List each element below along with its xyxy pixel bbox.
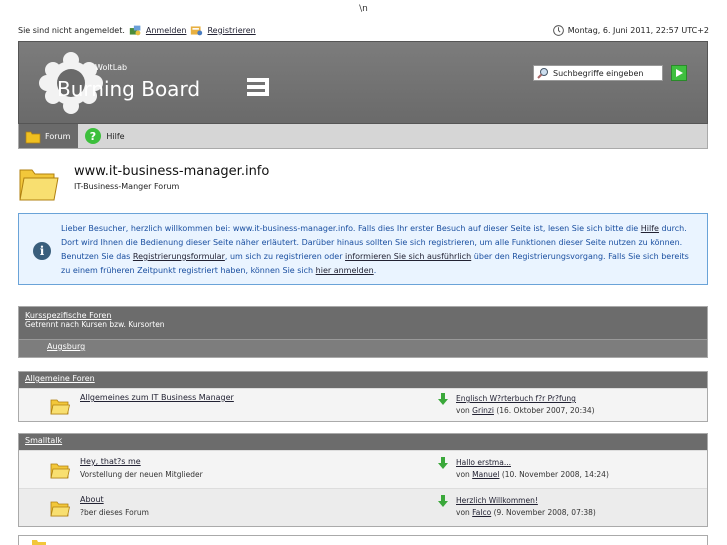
last-post-user-link[interactable]: Grinzi (472, 406, 494, 415)
last-post-by: von (456, 406, 473, 415)
welcome-text-part: . (373, 266, 377, 275)
last-post-user-link[interactable]: Manuel (472, 470, 499, 479)
category-header: Smalltalk (19, 434, 707, 450)
page-subtitle: IT-Business-Manger Forum (74, 182, 180, 191)
svg-text:Burning Board: Burning Board (57, 77, 200, 101)
svg-text:WoltLab: WoltLab (95, 63, 127, 72)
datetime: Montag, 6. Juni 2011, 22:57 UTC+2 (567, 25, 709, 35)
clock-icon (552, 24, 564, 36)
last-post-meta: von Falco (9. November 2008, 07:38) (456, 508, 596, 517)
stray-text: \n (359, 4, 368, 14)
search-input[interactable]: Suchbegriffe eingeben (533, 65, 663, 81)
board-row: Allgemeines zum IT Business Manager Engl… (19, 388, 707, 421)
page-header: www.it-business-manager.info IT-Business… (18, 160, 618, 204)
registration-form-link[interactable]: Registrierungsformular (133, 252, 225, 261)
search-icon (537, 68, 548, 79)
site-header: WoltLab Burning Board Suchbegriffe einge… (18, 41, 708, 124)
welcome-text-part: , um sich zu registrieren oder (224, 252, 346, 261)
register-icon (191, 25, 203, 35)
board-description: ?ber dieses Forum (80, 508, 149, 517)
category-allgemein: Allgemeine Foren Allgemeines zum IT Busi… (18, 371, 708, 422)
last-post-date: (16. Oktober 2007, 20:34) (493, 406, 595, 415)
burning-board-logo[interactable]: WoltLab Burning Board (33, 48, 293, 118)
login-status: Sie sind nicht angemeldet. (18, 25, 125, 35)
last-post-meta: von Manuel (10. November 2008, 14:24) (456, 470, 609, 479)
register-link[interactable]: Registrieren (207, 26, 255, 35)
info-icon: i (33, 242, 51, 260)
tab-forum[interactable]: Forum (19, 124, 79, 148)
board-row: About ?ber dieses Forum Herzlich Willkom… (19, 488, 707, 526)
login-here-link[interactable]: hier anmelden (316, 266, 374, 275)
category-header: Allgemeine Foren (19, 372, 707, 388)
last-post-link[interactable]: Hallo erstma... (456, 458, 511, 467)
last-post-date: (10. November 2008, 14:24) (499, 470, 609, 479)
folder-icon (32, 540, 46, 545)
category-title-link[interactable]: Allgemeine Foren (25, 374, 95, 383)
folder-icon (25, 131, 41, 143)
subforum-row: Augsburg (19, 339, 707, 357)
welcome-text: Lieber Besucher, herzlich willkommen bei… (61, 222, 699, 278)
last-post-date: (9. November 2008, 07:38) (491, 508, 596, 517)
login-link[interactable]: Anmelden (146, 26, 187, 35)
category-title-link[interactable]: Smalltalk (25, 436, 62, 445)
tab-forum-label: Forum (45, 131, 71, 141)
help-icon: ? (85, 128, 102, 144)
last-post-user-link[interactable]: Falco (472, 508, 491, 517)
subforum-link-augsburg[interactable]: Augsburg (47, 342, 85, 351)
arrow-down-icon (438, 457, 448, 469)
tab-help[interactable]: ? Hilfe (78, 124, 132, 148)
search-placeholder: Suchbegriffe eingeben (553, 68, 644, 78)
folder-icon (50, 463, 70, 479)
category-smalltalk: Smalltalk Hey, that?s me Vorstellung der… (18, 433, 708, 527)
user-bar: Sie sind nicht angemeldet. Anmelden Regi… (18, 22, 709, 38)
login-icon (129, 25, 141, 35)
category-title-link[interactable]: Kursspezifische Foren (25, 311, 111, 320)
registration-info-link[interactable]: informieren Sie sich ausführlich (345, 252, 471, 261)
play-icon (676, 69, 683, 77)
help-link[interactable]: Hilfe (641, 224, 659, 233)
board-name-link[interactable]: Hey, that?s me (80, 457, 141, 466)
category-cut-off (18, 535, 708, 545)
welcome-info-box: i Lieber Besucher, herzlich willkommen b… (18, 213, 708, 285)
last-post-by: von (456, 470, 473, 479)
svg-text:?: ? (90, 130, 96, 143)
main-nav: Forum ? Hilfe (18, 124, 708, 149)
folder-icon (50, 501, 70, 517)
search-submit-button[interactable] (671, 65, 687, 81)
folder-icon (50, 399, 70, 415)
tab-help-label: Hilfe (106, 131, 125, 141)
last-post-by: von (456, 508, 473, 517)
board-name-link[interactable]: Allgemeines zum IT Business Manager (80, 393, 234, 402)
forum-folder-icon (19, 169, 59, 201)
board-name-link[interactable]: About (80, 495, 104, 504)
category-header: Kursspezifische Foren Getrennt nach Kurs… (19, 307, 707, 339)
board-row: Hey, that?s me Vorstellung der neuen Mit… (19, 450, 707, 488)
arrow-down-icon (438, 393, 448, 405)
category-kurs: Kursspezifische Foren Getrennt nach Kurs… (18, 306, 708, 358)
last-post-link[interactable]: Herzlich Willkommen! (456, 496, 538, 505)
board-description: Vorstellung der neuen Mitglieder (80, 470, 203, 479)
last-post-link[interactable]: Englisch W?rterbuch f?r Pr?fung (456, 394, 576, 403)
welcome-text-part: Lieber Besucher, herzlich willkommen bei… (61, 224, 641, 233)
page-title: www.it-business-manager.info (74, 164, 270, 179)
arrow-down-icon (438, 495, 448, 507)
last-post-meta: von Grinzi (16. Oktober 2007, 20:34) (456, 406, 595, 415)
category-description: Getrennt nach Kursen bzw. Kursorten (25, 320, 165, 329)
